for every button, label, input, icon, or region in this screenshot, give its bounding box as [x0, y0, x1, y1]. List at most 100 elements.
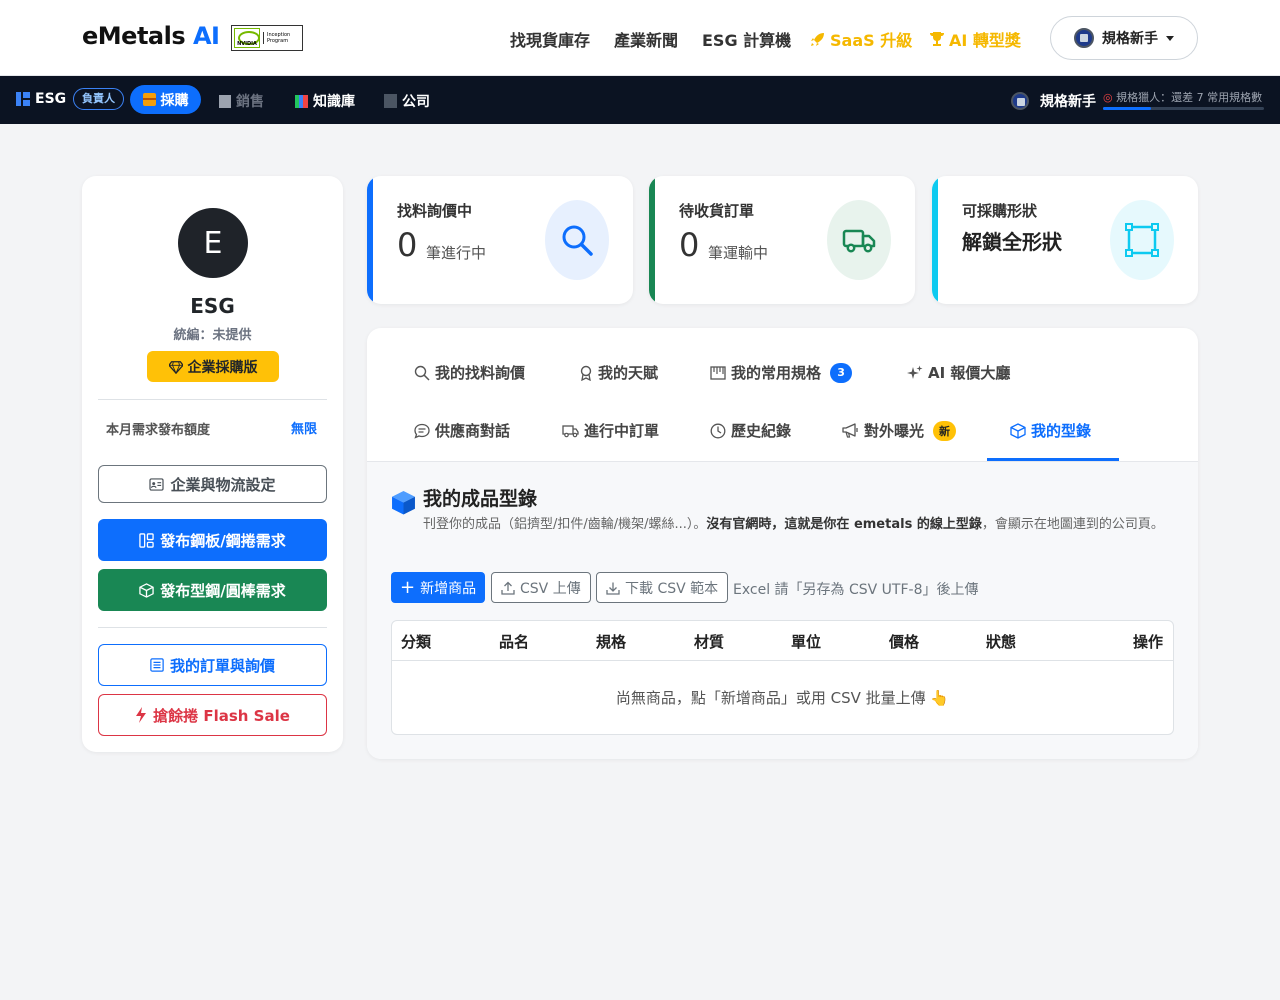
box-icon — [1010, 422, 1026, 439]
stat-label: 待收貨訂單 — [679, 202, 755, 220]
nav-ai-award[interactable]: AI 轉型獎 — [929, 27, 1021, 51]
post-plate-label: 發布鋼板/鋼捲需求 — [160, 531, 286, 550]
post-section-demand-button[interactable]: 發布型鋼/圓棒需求 — [98, 569, 327, 611]
tab-supplier-chat[interactable]: 供應商對話 — [414, 420, 510, 441]
nav-esg-calculator[interactable]: ESG 計算機 — [702, 27, 791, 51]
empty-state-message: 尚無商品，點「新增商品」或用 CSV 批量上傳 👆 — [615, 689, 950, 707]
stat-card-inquiries[interactable]: 找料詢價中 0 筆進行中 — [367, 176, 633, 304]
brand-name: eMetals — [82, 22, 186, 50]
nvidia-logo-icon: NVIDIA — [234, 28, 260, 48]
tier-badge: 企業採購版 — [147, 351, 279, 382]
caret-down-icon — [1166, 35, 1174, 41]
tab-label: 歷史紀錄 — [731, 422, 792, 440]
sub-user-label: 規格新手 — [1040, 94, 1096, 110]
brand-logo[interactable]: eMetals AI — [82, 22, 220, 50]
tab-label: 我的天賦 — [598, 364, 659, 382]
tier-label: 企業採購版 — [187, 359, 258, 376]
catalog-description: 刊登你的成品（鋁擠型/扣件/齒輪/機架/螺絲...）。沒有官網時，這就是你在 e… — [423, 514, 1178, 535]
stat-unit: 筆運輸中 — [708, 244, 769, 262]
flash-button-label: 搶餘捲 Flash Sale — [153, 706, 290, 725]
company-logistics-settings-button[interactable]: 企業與物流設定 — [98, 465, 327, 503]
tab-label: 供應商對話 — [435, 422, 511, 440]
company-name: ESG — [35, 91, 67, 107]
tab-label: AI 報價大廳 — [928, 364, 1011, 382]
user-menu-label: 規格新手 — [1102, 31, 1158, 47]
tab-public-exposure[interactable]: 對外曝光 新 — [842, 420, 957, 441]
column-header: 品名 — [499, 633, 530, 651]
tab-my-catalog[interactable]: 我的型錄 — [1010, 420, 1091, 441]
column-header: 狀態 — [986, 633, 1017, 651]
stat-value: 0 — [679, 226, 700, 264]
specs-count-badge: 3 — [830, 362, 853, 383]
nvidia-inception-badge: NVIDIA Inception Program — [231, 25, 303, 51]
tab-ai-quote-hall[interactable]: AI 報價大廳 — [907, 362, 1010, 383]
tax-id: 統編：未提供 — [173, 328, 252, 343]
nav-saas-upgrade[interactable]: SaaS 升級 — [810, 27, 912, 51]
catalog-table: 分類 品名 規格 材質 單位 價格 狀態 操作 尚無商品，點「新增商品」或用 C… — [391, 620, 1174, 735]
user-menu-button[interactable]: 規格新手 — [1050, 16, 1198, 60]
tab-common-specs[interactable]: 我的常用規格 3 — [710, 362, 853, 383]
post-plate-demand-button[interactable]: 發布鋼板/鋼捲需求 — [98, 519, 327, 561]
user-avatar-icon — [1011, 92, 1029, 110]
ruler-icon — [710, 365, 726, 380]
flash-sale-button[interactable]: 搶餘捲 Flash Sale — [98, 694, 327, 736]
tab-sales-label: 銷售 — [236, 94, 264, 110]
plus-icon: + — [400, 576, 416, 598]
tab-label: 我的常用規格 — [731, 364, 822, 382]
stat-value: 0 — [397, 226, 418, 264]
nav-stock[interactable]: 找現貨庫存 — [510, 27, 590, 51]
column-header: 材質 — [694, 633, 725, 651]
nav-award-label: AI 轉型獎 — [949, 31, 1021, 50]
package-icon — [142, 93, 156, 106]
accent-bar — [367, 176, 373, 304]
tab-knowledge[interactable]: 知識庫 — [295, 91, 355, 111]
tab-sales[interactable]: 銷售 — [219, 91, 264, 111]
upload-icon — [501, 581, 515, 595]
desc-bold: 沒有官網時，這就是你在 emetals 的線上型錄 — [706, 517, 982, 532]
nav-saas-label: SaaS 升級 — [830, 31, 913, 50]
chat-icon — [414, 423, 430, 439]
list-icon — [150, 658, 164, 672]
csv-upload-button[interactable]: CSV 上傳 — [491, 572, 591, 603]
gem-icon — [168, 360, 183, 374]
rocket-icon — [811, 33, 824, 46]
tab-purchase[interactable]: 採購 — [130, 85, 201, 114]
sub-user-menu[interactable]: 規格新手 — [1011, 91, 1096, 111]
add-product-label: 新增商品 — [420, 580, 477, 597]
search-icon — [545, 200, 609, 280]
tab-my-talents[interactable]: 我的天賦 — [579, 362, 658, 383]
column-header: 單位 — [791, 633, 822, 651]
accent-bar — [932, 176, 938, 304]
nav-news[interactable]: 產業新聞 — [614, 27, 678, 51]
stat-card-pending-orders[interactable]: 待收貨訂單 0 筆運輸中 — [649, 176, 915, 304]
main-panel: 我的找料詢價 我的天賦 我的常用規格 3 AI 報價大廳 供應商對話 進行中訂單… — [367, 328, 1198, 759]
company-name-title: ESG — [190, 294, 235, 318]
tab-active-orders[interactable]: 進行中訂單 — [562, 420, 659, 441]
search-icon — [414, 365, 430, 381]
tab-my-inquiries[interactable]: 我的找料詢價 — [414, 362, 525, 383]
my-orders-button[interactable]: 我的訂單與詢價 — [98, 644, 327, 686]
download-icon — [606, 582, 620, 595]
catalog-title: 我的成品型錄 — [423, 488, 538, 510]
add-product-button[interactable]: + 新增商品 — [391, 572, 486, 603]
tab-company[interactable]: 公司 — [384, 91, 430, 111]
tab-label: 進行中訂單 — [584, 422, 660, 440]
tab-history[interactable]: 歷史紀錄 — [710, 420, 791, 441]
badge-line-2: Program — [267, 38, 289, 44]
truck-icon — [562, 424, 579, 437]
target-icon: ◎ — [1103, 91, 1113, 104]
desc-prefix: 刊登你的成品（鋁擠型/扣件/齒輪/機架/螺絲...）。 — [423, 517, 707, 532]
trophy-icon — [930, 32, 944, 46]
divider — [98, 627, 327, 628]
column-header: 分類 — [401, 633, 432, 651]
download-csv-template-button[interactable]: 下載 CSV 範本 — [596, 572, 729, 603]
progress-text: 規格獵人：還差 7 常用規格數 — [1116, 91, 1263, 104]
nvidia-logo-text: NVIDIA — [237, 41, 257, 47]
layout-icon — [139, 532, 154, 548]
progress-fill — [1103, 107, 1152, 110]
post-section-label: 發布型鋼/圓棒需求 — [160, 581, 286, 600]
stat-card-shapes[interactable]: 可採購形狀 解鎖全形狀 — [932, 176, 1198, 304]
workspace-company[interactable]: ESG — [16, 91, 66, 107]
books-icon — [295, 94, 308, 108]
building-icon — [384, 94, 397, 108]
